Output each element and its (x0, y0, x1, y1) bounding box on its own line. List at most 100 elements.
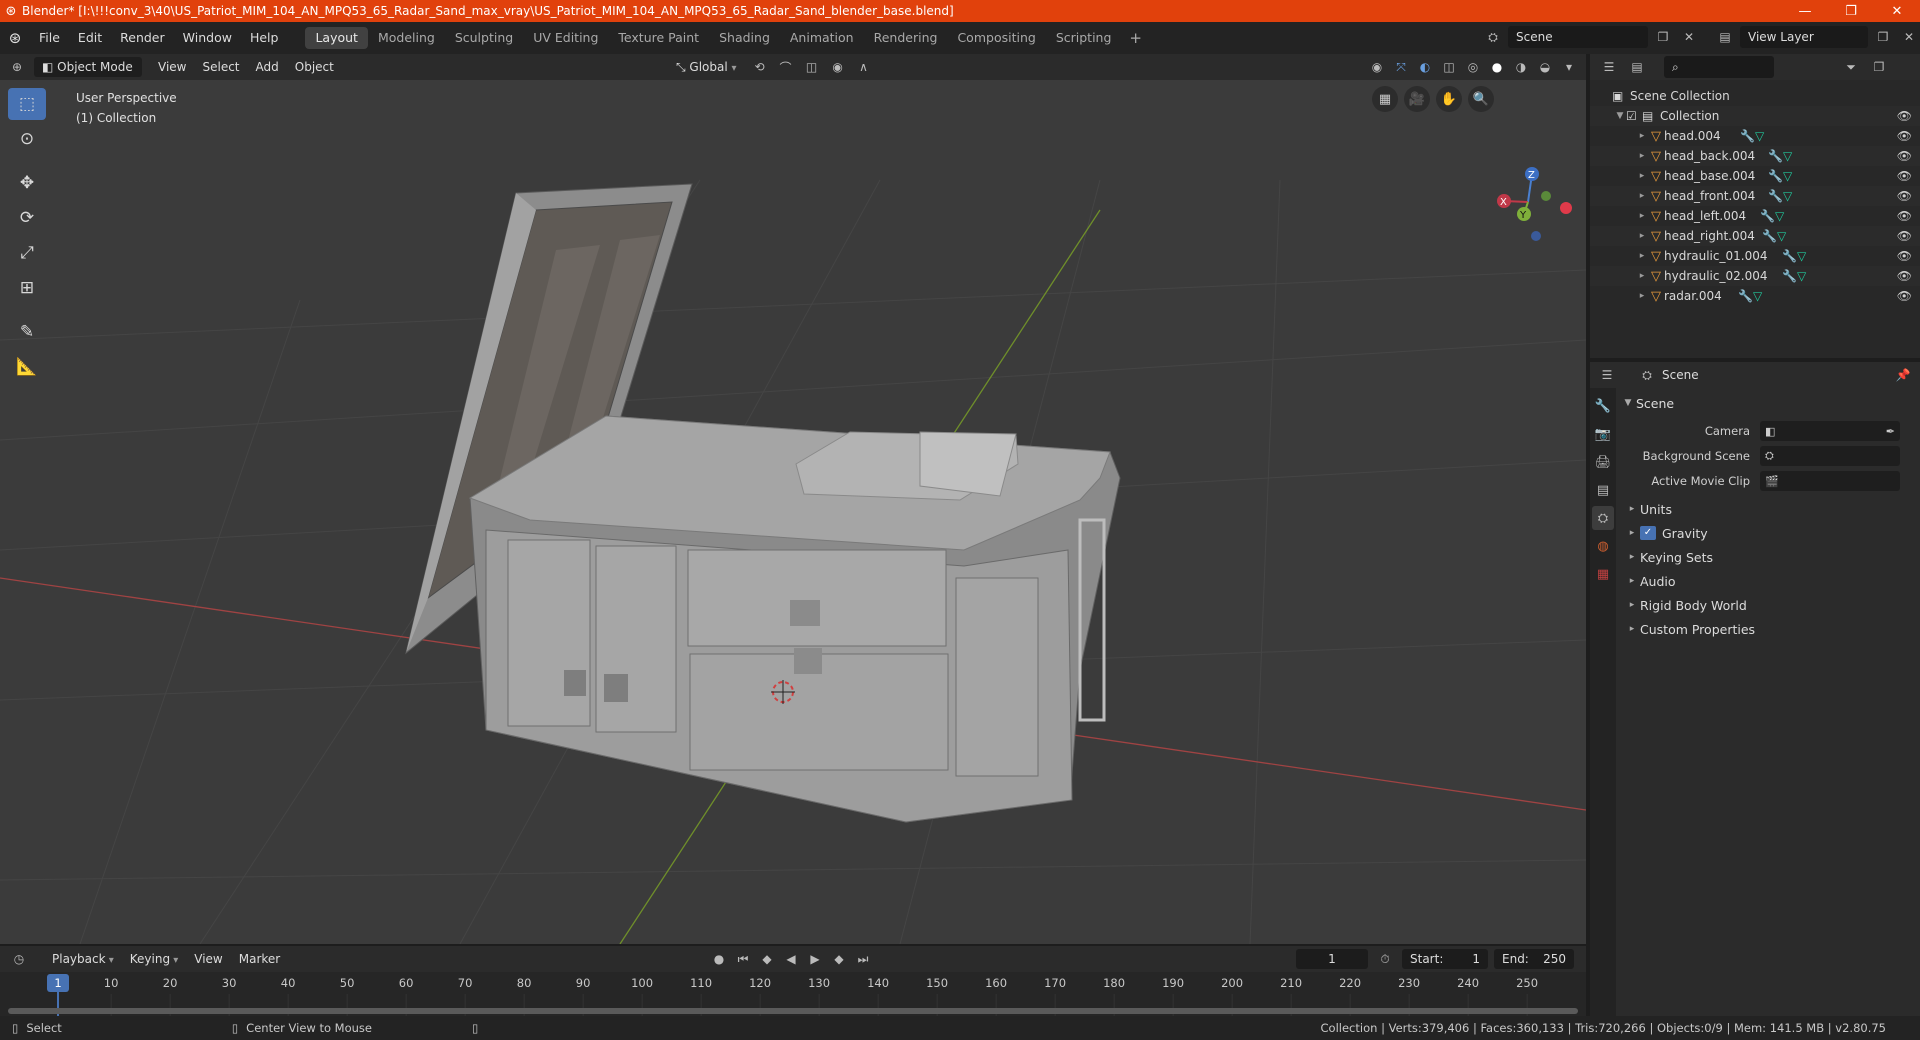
new-collection-icon[interactable]: ❐ (1868, 56, 1890, 78)
outliner-item[interactable]: ▸ ▽ head_left.004 🔧 ▽ 👁 (1590, 206, 1920, 226)
wrench-modifier-icon[interactable]: 🔧 (1762, 229, 1777, 243)
eye-icon[interactable]: 👁 (1897, 249, 1912, 263)
scene-icon[interactable]: ⛭ (1482, 26, 1504, 48)
jump-end-icon[interactable]: ⏭ (852, 948, 874, 970)
delete-view-layer-icon[interactable]: ✕ (1898, 26, 1920, 48)
jump-start-icon[interactable]: ⏮ (732, 948, 754, 970)
outliner-item[interactable]: ▸ ▽ hydraulic_01.004 🔧 ▽ 👁 (1590, 246, 1920, 266)
outliner-scene-collection[interactable]: ▣ Scene Collection (1590, 86, 1920, 106)
eye-icon[interactable]: 👁 (1897, 149, 1912, 163)
eye-icon[interactable]: 👁 (1897, 289, 1912, 303)
solid-shading-icon[interactable]: ● (1486, 56, 1508, 78)
tool-tab-icon[interactable]: 🔧 (1592, 394, 1614, 418)
snap-target-icon[interactable]: ◫ (801, 56, 823, 78)
expand-arrow-icon[interactable]: ▸ (1636, 131, 1648, 141)
mesh-data-icon[interactable]: ▽ (1783, 149, 1792, 163)
outliner-item[interactable]: ▸ ▽ head_front.004 🔧 ▽ 👁 (1590, 186, 1920, 206)
eye-icon[interactable]: 👁 (1897, 229, 1912, 243)
render-tab-icon[interactable]: 📷 (1592, 422, 1614, 446)
view-layer-icon[interactable]: ▤ (1714, 26, 1736, 48)
rotate-tool[interactable]: ⟳ (8, 202, 46, 234)
door-right[interactable] (955, 577, 1039, 777)
wrench-modifier-icon[interactable]: 🔧 (1768, 189, 1783, 203)
rigid-body-world-panel-header[interactable]: ▸ Rigid Body World (1624, 594, 1920, 616)
tab-layout[interactable]: Layout (305, 27, 368, 49)
gravity-checkbox[interactable]: ✓ (1640, 526, 1656, 540)
new-scene-icon[interactable]: ❐ (1652, 26, 1674, 48)
mesh-data-icon[interactable]: ▽ (1777, 229, 1786, 243)
outliner-item[interactable]: ▸ ▽ head_back.004 🔧 ▽ 👁 (1590, 146, 1920, 166)
select-box-tool[interactable]: ⬚ (8, 88, 46, 120)
eyedropper-icon[interactable]: ✒ (1886, 425, 1895, 438)
grid-view-icon[interactable]: ▦ (1372, 86, 1398, 112)
mesh-data-icon[interactable]: ▽ (1783, 189, 1792, 203)
filter-icon[interactable]: ⏷ (1840, 56, 1862, 78)
properties-editor-icon[interactable]: ☰ (1596, 364, 1618, 386)
audio-panel-header[interactable]: ▸ Audio (1624, 570, 1920, 592)
outliner-editor-icon[interactable]: ☰ (1598, 56, 1620, 78)
falloff-icon[interactable]: ∧ (853, 56, 875, 78)
outliner-item[interactable]: ▸ ▽ hydraulic_02.004 🔧 ▽ 👁 (1590, 266, 1920, 286)
zoom-icon[interactable]: 🔍 (1468, 86, 1494, 112)
gizmo-neg-z[interactable] (1531, 231, 1541, 241)
cursor-tool[interactable]: ⊙ (8, 123, 46, 155)
gizmo-toggle-icon[interactable]: ⤧ (1390, 56, 1412, 78)
background-scene-field[interactable]: ⛭ (1760, 446, 1900, 466)
blender-logo-icon[interactable]: ⊛ (0, 29, 30, 47)
snap-icon[interactable]: ⌒ (775, 56, 797, 78)
scene-tab-icon[interactable]: ⛭ (1592, 506, 1614, 530)
wrench-modifier-icon[interactable]: 🔧 (1738, 289, 1753, 303)
tab-scripting[interactable]: Scripting (1046, 27, 1122, 49)
timeline-editor-icon[interactable]: ◷ (8, 948, 30, 970)
annotate-tool[interactable]: ✎ (8, 316, 46, 348)
play-icon[interactable]: ▶ (804, 948, 826, 970)
timeline-scrollbar[interactable] (8, 1008, 1578, 1014)
transform-tool[interactable]: ⊞ (8, 272, 46, 304)
eye-icon[interactable]: 👁 (1897, 269, 1912, 283)
editor-type-icon[interactable]: ⊕ (6, 56, 28, 78)
3d-viewport[interactable]: Z X Y ⬚ ⊙ ✥ ⟳ ⤢ ⊞ ✎ 📐 User Perspective (… (0, 80, 1586, 944)
outliner-item[interactable]: ▸ ▽ head_right.004 🔧 ▽ 👁 (1590, 226, 1920, 246)
tab-shading[interactable]: Shading (709, 27, 780, 49)
menu-add[interactable]: Add (248, 57, 287, 77)
close-icon[interactable]: ✕ (1874, 0, 1920, 22)
active-movie-clip-field[interactable]: 🎬 (1760, 471, 1900, 491)
proportional-edit-icon[interactable]: ◉ (827, 56, 849, 78)
minimize-icon[interactable]: — (1782, 0, 1828, 22)
scale-tool[interactable]: ⤢ (8, 237, 46, 269)
expand-arrow-icon[interactable]: ▸ (1636, 191, 1648, 201)
display-mode-icon[interactable]: ▤ (1626, 56, 1648, 78)
eye-icon[interactable]: 👁 (1897, 169, 1912, 183)
outliner-item[interactable]: ▸ ▽ radar.004 🔧 ▽ 👁 (1590, 286, 1920, 306)
scene-name-field[interactable]: Scene (1508, 26, 1648, 48)
output-tab-icon[interactable]: 🖨 (1592, 450, 1614, 474)
menu-select[interactable]: Select (194, 57, 247, 77)
tab-compositing[interactable]: Compositing (947, 27, 1045, 49)
start-frame-field[interactable]: Start: 1 (1402, 949, 1488, 969)
mode-selector[interactable]: ◧ Object Mode (34, 57, 142, 77)
new-view-layer-icon[interactable]: ❐ (1872, 26, 1894, 48)
menu-edit[interactable]: Edit (69, 27, 111, 49)
timeline-ruler[interactable]: 1 10 20 30 40 50 60 70 80 90 100 110 120 130 140 150 160… (0, 972, 1586, 1016)
wrench-modifier-icon[interactable]: 🔧 (1740, 129, 1755, 143)
tab-sculpting[interactable]: Sculpting (445, 27, 523, 49)
menu-marker[interactable]: Marker (231, 949, 288, 969)
menu-keying[interactable]: Keying (122, 949, 187, 969)
menu-render[interactable]: Render (111, 27, 174, 49)
expand-arrow-icon[interactable]: ▸ (1636, 291, 1648, 301)
timeline[interactable]: 1 10 20 30 40 50 60 70 80 90 100 110 120 130 140 150 160… (0, 972, 1586, 1016)
outliner-item[interactable]: ▸ ▽ head.004 🔧 ▽ 👁 (1590, 126, 1920, 146)
expand-arrow-icon[interactable]: ▸ (1636, 211, 1648, 221)
menu-object[interactable]: Object (287, 57, 342, 77)
expand-arrow-icon[interactable]: ▸ (1636, 171, 1648, 181)
view-layer-tab-icon[interactable]: ▤ (1592, 478, 1614, 502)
shading-options-icon[interactable]: ▾ (1558, 56, 1580, 78)
mesh-data-icon[interactable]: ▽ (1797, 249, 1806, 263)
wrench-modifier-icon[interactable]: 🔧 (1782, 269, 1797, 283)
pin-icon[interactable]: 📌 (1892, 364, 1914, 386)
world-tab-icon[interactable]: ◍ (1592, 534, 1614, 558)
viewport-canvas[interactable]: Z X Y (0, 80, 1586, 944)
move-tool[interactable]: ✥ (8, 167, 46, 199)
tab-uv-editing[interactable]: UV Editing (523, 27, 608, 49)
mesh-data-icon[interactable]: ▽ (1783, 169, 1792, 183)
